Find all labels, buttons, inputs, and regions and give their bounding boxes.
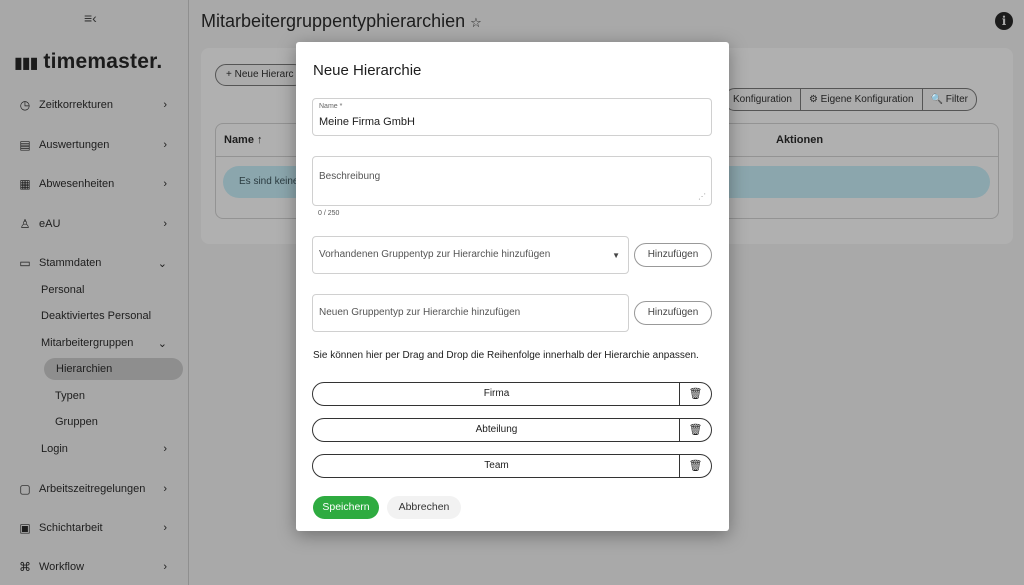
resize-handle-icon[interactable]: ⋰ <box>698 192 706 201</box>
select-placeholder: Vorhandenen Gruppentyp zur Hierarchie hi… <box>319 249 551 260</box>
configuration-button[interactable]: Konfiguration <box>724 88 801 111</box>
hierarchy-row-label: Firma <box>483 388 510 399</box>
workflow-icon: ⌘ <box>19 560 31 574</box>
sidebar-item-personal[interactable]: Personal <box>41 279 181 301</box>
sidebar-item-login[interactable]: Login › <box>0 436 189 462</box>
column-header-actions: Aktionen <box>776 134 824 146</box>
sidebar-item-label: Arbeitszeitregelungen <box>39 483 146 495</box>
chevron-right-icon: › <box>163 483 167 495</box>
sidebar-item-label: eAU <box>39 218 61 230</box>
sidebar-item-typen[interactable]: Typen <box>55 385 195 407</box>
column-header-name[interactable]: Name ↑ <box>224 134 263 146</box>
chevron-right-icon: › <box>163 139 167 151</box>
calendar-check-icon: ▣ <box>19 521 31 535</box>
description-field[interactable]: Beschreibung ⋰ <box>312 156 712 206</box>
star-icon[interactable]: ☆ <box>470 15 482 30</box>
sidebar-item-label: Abwesenheiten <box>39 178 115 190</box>
name-field[interactable]: Name * Meine Firma GmbH <box>312 98 712 136</box>
info-icon[interactable]: i <box>995 12 1013 30</box>
sidebar-item-gruppen[interactable]: Gruppen <box>55 411 195 433</box>
chart-icon: ▤ <box>19 138 31 152</box>
chevron-right-icon: › <box>163 178 167 190</box>
name-field-value: Meine Firma GmbH <box>319 116 415 128</box>
hierarchy-row-label: Abteilung <box>475 424 518 435</box>
new-hierarchy-dialog: Neue Hierarchie Name * Meine Firma GmbH … <box>296 42 729 531</box>
hierarchy-row[interactable]: Abteilung 🗑 <box>312 418 712 442</box>
schedule-rule-icon: ▢ <box>19 482 31 496</box>
menu-collapse-icon[interactable]: ≡‹ <box>84 10 97 26</box>
sidebar-item-hierarchien[interactable]: Hierarchien <box>44 358 183 380</box>
existing-group-type-select[interactable]: Vorhandenen Gruppentyp zur Hierarchie hi… <box>312 236 629 274</box>
logo-text: timemaster. <box>43 50 163 73</box>
sidebar-item-label: Login <box>41 443 68 455</box>
new-group-type-input[interactable]: Neuen Gruppentyp zur Hierarchie hinzufüg… <box>312 294 629 332</box>
folder-icon: ▭ <box>19 256 31 270</box>
sidebar-item-label: Workflow <box>39 561 85 573</box>
sidebar-item-label: Stammdaten <box>39 257 102 269</box>
own-configuration-button[interactable]: ⚙ Eigene Konfiguration <box>800 88 923 111</box>
sidebar-item-arbeitszeitregelungen[interactable]: ▢ Arbeitszeitregelungen › <box>0 476 189 502</box>
sidebar-item-workflow[interactable]: ⌘ Workflow › <box>0 554 189 580</box>
description-placeholder: Beschreibung <box>319 171 381 182</box>
drag-drop-hint: Sie können hier per Drag and Drop die Re… <box>313 350 699 361</box>
toolbar: Konfiguration ⚙ Eigene Konfiguration 🔍 F… <box>724 88 977 111</box>
sidebar-item-stammdaten[interactable]: ▭ Stammdaten ⌄ <box>0 250 189 276</box>
add-existing-type-button[interactable]: Hinzufügen <box>634 243 712 267</box>
cancel-button[interactable]: Abbrechen <box>387 496 461 519</box>
logo: ▮▮▮ timemaster. <box>14 50 162 74</box>
sidebar-item-zeitkorrekturen[interactable]: ◷ Zeitkorrekturen › <box>0 92 189 118</box>
sidebar-item-label: Mitarbeitergruppen <box>41 337 134 349</box>
sidebar-item-label: Auswertungen <box>39 139 110 151</box>
chevron-down-icon: ⌄ <box>157 257 167 270</box>
chevron-right-icon: › <box>163 522 167 534</box>
page-title: Mitarbeitergruppentyphierarchien ☆ <box>201 11 482 32</box>
save-button[interactable]: Speichern <box>313 496 379 519</box>
sidebar-item-deaktiviertes-personal[interactable]: Deaktiviertes Personal <box>41 305 181 327</box>
user-health-icon: ♙ <box>19 217 31 231</box>
chevron-right-icon: › <box>163 99 167 111</box>
trash-icon[interactable]: 🗑 <box>679 383 711 405</box>
trash-icon[interactable]: 🗑 <box>679 455 711 477</box>
chevron-right-icon: › <box>163 443 167 455</box>
page-title-text: Mitarbeitergruppentyphierarchien <box>201 11 466 31</box>
chevron-right-icon: › <box>163 561 167 573</box>
sidebar-item-label: Zeitkorrekturen <box>39 99 113 111</box>
character-counter: 0 / 250 <box>318 210 340 217</box>
hierarchy-row[interactable]: Firma 🗑 <box>312 382 712 406</box>
hierarchy-row-label: Team <box>484 460 509 471</box>
hierarchy-row[interactable]: Team 🗑 <box>312 454 712 478</box>
calendar-x-icon: ▦ <box>19 177 31 191</box>
trash-icon[interactable]: 🗑 <box>679 419 711 441</box>
new-hierarchy-button[interactable]: + Neue Hierarc <box>215 64 305 86</box>
new-type-placeholder: Neuen Gruppentyp zur Hierarchie hinzufüg… <box>319 307 521 318</box>
clock-icon: ◷ <box>19 98 31 112</box>
sidebar: ≡‹ ▮▮▮ timemaster. ◷ Zeitkorrekturen › ▤ Aus… <box>0 0 189 585</box>
chevron-down-icon: ⌄ <box>157 337 167 350</box>
dropdown-arrow-icon: ▼ <box>612 251 620 260</box>
sidebar-item-label: Schichtarbeit <box>39 522 103 534</box>
sidebar-item-abwesenheiten[interactable]: ▦ Abwesenheiten › <box>0 171 189 197</box>
add-new-type-button[interactable]: Hinzufügen <box>634 301 712 325</box>
chevron-right-icon: › <box>163 218 167 230</box>
logo-mark: ▮▮▮ <box>14 55 38 72</box>
dialog-title: Neue Hierarchie <box>313 62 422 79</box>
sidebar-item-eau[interactable]: ♙ eAU › <box>0 211 189 237</box>
sidebar-item-auswertungen[interactable]: ▤ Auswertungen › <box>0 132 189 158</box>
sidebar-item-schichtarbeit[interactable]: ▣ Schichtarbeit › <box>0 515 189 541</box>
sidebar-item-mitarbeitergruppen[interactable]: Mitarbeitergruppen ⌄ <box>0 330 189 356</box>
filter-button[interactable]: 🔍 Filter <box>922 88 977 111</box>
name-field-label: Name * <box>319 103 343 110</box>
